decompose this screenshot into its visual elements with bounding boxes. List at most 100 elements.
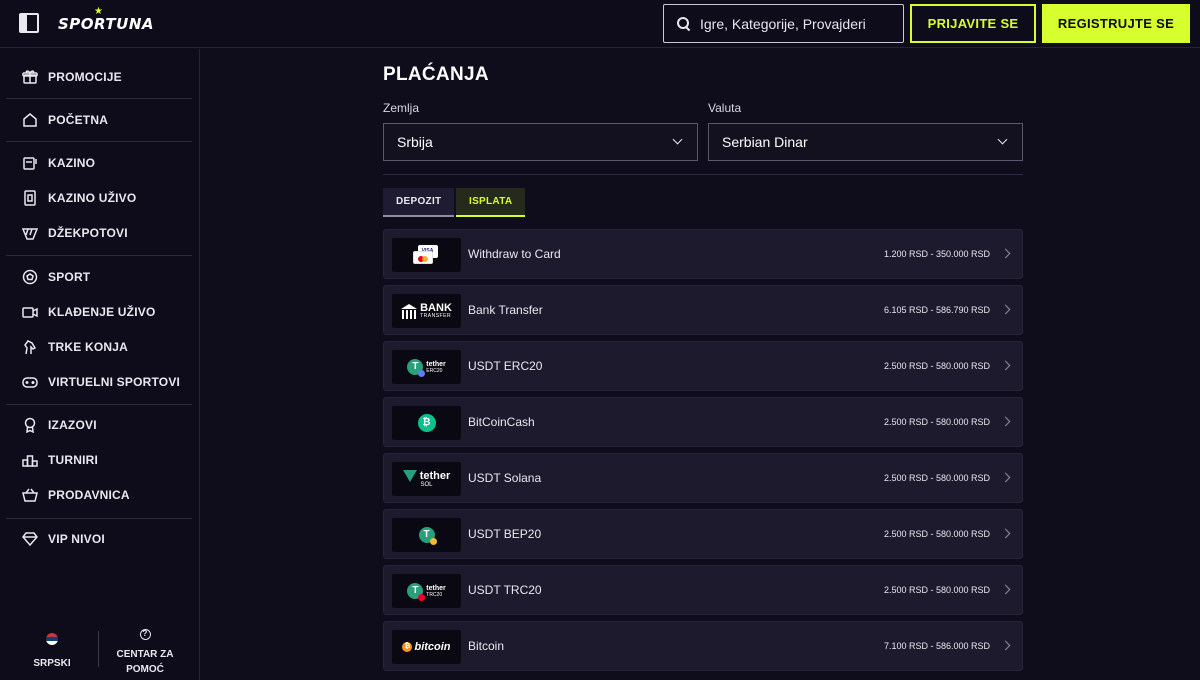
payment-method-row[interactable]: ₿ BitCoinCash 2.500 RSD - 580.000 RSD	[383, 397, 1023, 447]
sidebar-item-label: VIRTUELNI SPORTOVI	[48, 374, 181, 389]
bank-logo-sub: TRANSFER	[420, 313, 452, 319]
payment-method-name: Withdraw to Card	[468, 247, 561, 261]
payment-method-row[interactable]: BANK TRANSFER Bank Transfer 6.105 RSD - …	[383, 285, 1023, 335]
chevron-right-icon	[1000, 584, 1011, 595]
tab-isplata[interactable]: ISPLATA	[456, 188, 526, 217]
sidebar-item-promocije[interactable]: PROMOCIJE	[6, 59, 192, 94]
chevron-right-icon	[1000, 416, 1011, 427]
tether-logo: T tether ERC20	[392, 350, 461, 384]
country-select[interactable]: Srbija	[383, 123, 698, 161]
login-button[interactable]: PRIJAVITE SE	[910, 4, 1036, 43]
bank-building-icon	[401, 303, 418, 319]
home-icon	[23, 112, 37, 127]
currency-select[interactable]: Serbian Dinar	[708, 123, 1023, 161]
help-icon: ?	[139, 629, 151, 640]
bank-logo: BANK TRANSFER	[392, 294, 461, 328]
chevron-right-icon	[1000, 360, 1011, 371]
video-camera-icon	[22, 306, 38, 318]
sidebar-item-label: VIP NIVOI	[48, 531, 105, 546]
tether-icon: T	[407, 583, 426, 601]
sidebar-item-kazino[interactable]: KAZINO	[6, 145, 192, 180]
mastercard-icon	[412, 251, 433, 264]
payment-method-range: 7.100 RSD - 586.000 RSD	[883, 641, 990, 651]
help-center-link[interactable]: ? CENTAR ZA POMOĆ	[110, 629, 180, 676]
search-box[interactable]	[663, 4, 904, 43]
sidebar-item-label: PROMOCIJE	[48, 69, 122, 84]
live-casino-icon	[24, 189, 36, 206]
sidebar-item-trke-konja[interactable]: TRKE KONJA	[6, 329, 192, 364]
sidebar-divider	[6, 255, 192, 256]
help-label-line1: CENTAR ZA	[116, 649, 174, 660]
diamond-icon	[22, 531, 38, 546]
serbia-flag-icon	[46, 633, 58, 645]
payment-method-name: BitCoinCash	[468, 415, 535, 429]
payment-method-range: 6.105 RSD - 586.790 RSD	[883, 305, 990, 315]
bitcoin-logo: ₿ bitcoin	[392, 630, 461, 664]
sidebar-item-virtuelni-sportovi[interactable]: VIRTUELNI SPORTOVI	[6, 364, 192, 399]
payment-method-name: Bank Transfer	[468, 303, 543, 317]
language-label: SRPSKI	[33, 658, 71, 669]
sidebar-toggle-icon[interactable]	[19, 13, 39, 33]
sidebar-item-label: DŽEKPOTOVI	[48, 225, 128, 240]
sidebar-divider	[6, 518, 192, 519]
nav-group-vip: VIP NIVOI	[6, 521, 192, 556]
tab-depozit[interactable]: DEPOZIT	[383, 188, 455, 217]
payment-method-name: Bitcoin	[468, 639, 505, 653]
chevron-right-icon	[1000, 304, 1011, 315]
bch-logo: ₿	[392, 406, 461, 440]
payment-method-row[interactable]: T tether ERC20 USDT ERC20 2.500 RSD - 58…	[383, 341, 1023, 391]
chevron-right-icon	[1000, 248, 1011, 259]
payment-method-row[interactable]: T USDT BEP20 2.500 RSD - 580.000 RSD	[383, 509, 1023, 559]
logo[interactable]: ★ SPORTUNA	[58, 6, 154, 42]
tether-logo-sub: SOL	[420, 481, 433, 488]
tether-logo: T tether TRC20	[392, 574, 461, 608]
bank-logo-text: BANK	[420, 302, 452, 314]
chevron-down-icon	[997, 134, 1008, 145]
sidebar-divider	[6, 404, 192, 405]
payment-method-row[interactable]: tether SOL USDT Solana 2.500 RSD - 580.0…	[383, 453, 1023, 503]
payment-method-name: USDT ERC20	[468, 359, 543, 373]
sidebar: PROMOCIJE POČETNA KAZINO KAZINO UŽIVO DŽ…	[0, 49, 200, 680]
payment-method-name: USDT BEP20	[468, 527, 542, 541]
payment-method-range: 2.500 RSD - 580.000 RSD	[883, 529, 990, 539]
tether-icon: T	[418, 527, 437, 545]
shopping-basket-icon	[22, 488, 38, 502]
sidebar-item-sport[interactable]: SPORT	[6, 259, 192, 294]
tether-bep-logo: T	[392, 518, 461, 552]
sidebar-item-turniri[interactable]: TURNIRI	[6, 442, 192, 477]
horse-icon	[24, 339, 37, 354]
search-input[interactable]	[700, 15, 890, 32]
sidebar-item-label: KAZINO	[48, 155, 96, 170]
payment-method-range: 1.200 RSD - 350.000 RSD	[883, 249, 990, 259]
register-button[interactable]: REGISTRUJTE SE	[1042, 4, 1190, 43]
soccer-ball-icon	[22, 269, 38, 284]
top-bar: ★ SPORTUNA PRIJAVITE SE REGISTRUJTE SE	[0, 0, 1200, 48]
help-label-line2: POMOĆ	[126, 664, 164, 675]
footer-divider	[98, 631, 99, 667]
sidebar-divider	[6, 141, 192, 142]
sidebar-item-prodavnica[interactable]: PRODAVNICA	[6, 477, 192, 512]
sidebar-item-label: PRODAVNICA	[48, 487, 130, 502]
sidebar-item-izazovi[interactable]: IZAZOVI	[6, 407, 192, 442]
sidebar-footer: SRPSKI ? CENTAR ZA POMOĆ	[0, 629, 200, 679]
payment-method-name: USDT Solana	[468, 471, 542, 485]
tether-sol-logo: tether SOL	[392, 462, 461, 496]
sidebar-item-dzekpotovi[interactable]: DŽEKPOTOVI	[6, 215, 192, 250]
nav-group-promo: PROMOCIJE	[6, 59, 192, 94]
gamepad-icon	[22, 376, 38, 388]
tether-logo-text: tether	[426, 360, 446, 368]
tether-logo-text: tether	[426, 584, 446, 592]
sidebar-item-label: KAZINO UŽIVO	[48, 190, 137, 205]
sidebar-item-kazino-uzivo[interactable]: KAZINO UŽIVO	[6, 180, 192, 215]
payment-method-row[interactable]: ₿ bitcoin Bitcoin 7.100 RSD - 586.000 RS…	[383, 621, 1023, 671]
sidebar-item-kladjenje-uzivo[interactable]: KLAĐENJE UŽIVO	[6, 294, 192, 329]
sidebar-item-vip-nivoi[interactable]: VIP NIVOI	[6, 521, 192, 556]
tether-logo-sub: TRC20	[426, 591, 443, 598]
content-divider	[383, 174, 1023, 175]
payment-method-range: 2.500 RSD - 580.000 RSD	[883, 361, 990, 371]
payment-method-row[interactable]: VISA Withdraw to Card 1.200 RSD - 350.00…	[383, 229, 1023, 279]
slot-machine-icon	[23, 156, 37, 170]
sidebar-item-pocetna[interactable]: POČETNA	[6, 102, 192, 137]
language-selector[interactable]: SRPSKI	[20, 629, 84, 671]
payment-method-row[interactable]: T tether TRC20 USDT TRC20 2.500 RSD - 58…	[383, 565, 1023, 615]
